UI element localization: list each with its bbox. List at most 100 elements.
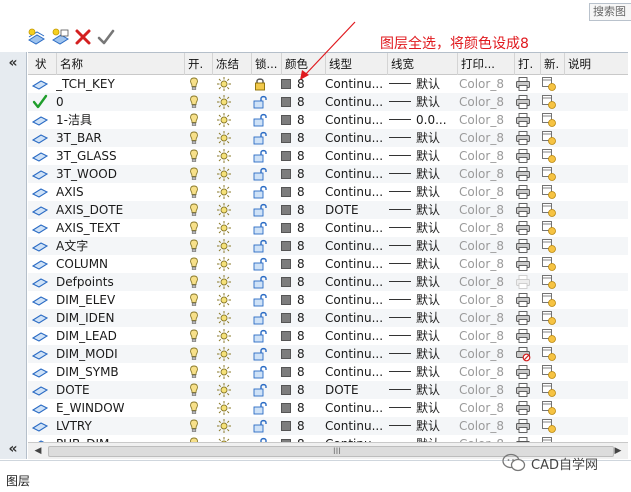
lock-open-icon[interactable] [252,328,268,344]
printer-icon[interactable] [515,76,531,92]
new-viewport-freeze-icon[interactable] [541,148,557,164]
layer-lineweight[interactable]: 默认 [416,291,456,309]
layer-color-value[interactable]: 8 [297,219,317,237]
lock-open-icon[interactable] [252,274,268,290]
new-viewport-freeze-icon[interactable] [541,76,557,92]
layer-linetype[interactable]: DOTE [325,381,385,399]
header-col-description[interactable]: 说明 [564,53,628,75]
color-swatch[interactable] [281,151,291,161]
light-bulb-on-icon[interactable] [186,238,202,254]
layer-plot-style[interactable]: Color_8 [459,381,514,399]
layer-name[interactable]: COLUMN [56,255,180,273]
layer-color-value[interactable]: 8 [297,327,317,345]
search-input[interactable]: 搜索图 [589,3,631,21]
printer-icon[interactable] [515,112,531,128]
layer-plot-style[interactable]: Color_8 [459,165,514,183]
layer-color-value[interactable]: 8 [297,363,317,381]
layer-color-value[interactable]: 8 [297,147,317,165]
lock-open-icon[interactable] [252,364,268,380]
color-swatch[interactable] [281,133,291,143]
layer-plot-style[interactable]: Color_8 [459,291,514,309]
printer-icon[interactable] [515,418,531,434]
sun-thaw-icon[interactable] [216,346,232,362]
layer-color-value[interactable]: 8 [297,93,317,111]
header-col-on[interactable]: 开. [184,53,212,75]
sun-thaw-icon[interactable] [216,76,232,92]
color-swatch[interactable] [281,313,291,323]
layer-plot-style[interactable]: Color_8 [459,147,514,165]
color-swatch[interactable] [281,115,291,125]
layer-row[interactable]: 3T_GLASS 8 Continu... 默认 Color_8 [28,147,628,165]
light-bulb-on-icon[interactable] [186,418,202,434]
light-bulb-on-icon[interactable] [186,130,202,146]
printer-icon[interactable] [515,256,531,272]
layer-name[interactable]: AXIS_TEXT [56,219,180,237]
layer-color-value[interactable]: 8 [297,345,317,363]
header-col-color[interactable]: 颜色 [281,53,325,75]
new-viewport-freeze-icon[interactable] [541,400,557,416]
layer-row[interactable]: DOTE 8 DOTE 默认 Color_8 [28,381,628,399]
layer-linetype[interactable]: Continu... [325,309,385,327]
sun-thaw-icon[interactable] [216,256,232,272]
color-swatch[interactable] [281,169,291,179]
sun-thaw-icon[interactable] [216,184,232,200]
color-swatch[interactable] [281,403,291,413]
layer-plot-style[interactable]: Color_8 [459,183,514,201]
layer-linetype[interactable]: DOTE [325,201,385,219]
lock-open-icon[interactable] [252,382,268,398]
layer-plot-style[interactable]: Color_8 [459,75,514,93]
layer-color-value[interactable]: 8 [297,381,317,399]
layer-name[interactable]: PUB_DIM [56,435,180,442]
sun-thaw-icon[interactable] [216,292,232,308]
layer-plot-style[interactable]: Color_8 [459,93,514,111]
lock-open-icon[interactable] [252,418,268,434]
sun-thaw-icon[interactable] [216,238,232,254]
layer-plot-style[interactable]: Color_8 [459,201,514,219]
layer-color-value[interactable]: 8 [297,309,317,327]
layer-lineweight[interactable]: 默认 [416,183,456,201]
new-layer-button[interactable] [26,27,46,47]
header-col-lock[interactable]: 锁... [251,53,281,75]
header-col-newvp[interactable]: 新. [540,53,564,75]
layer-plot-style[interactable]: Color_8 [459,219,514,237]
printer-icon[interactable] [515,94,531,110]
light-bulb-on-icon[interactable] [186,364,202,380]
layer-linetype[interactable]: Continu... [325,291,385,309]
layer-row[interactable]: 0 8 Continu... 默认 Color_8 [28,93,628,111]
layer-plot-style[interactable]: Color_8 [459,345,514,363]
color-swatch[interactable] [281,385,291,395]
layer-row[interactable]: AXIS_TEXT 8 Continu... 默认 Color_8 [28,219,628,237]
sun-thaw-icon[interactable] [216,148,232,164]
sun-thaw-icon[interactable] [216,166,232,182]
layer-lineweight[interactable]: 默认 [416,255,456,273]
light-bulb-on-icon[interactable] [186,310,202,326]
layer-row[interactable]: 3T_BAR 8 Continu... 默认 Color_8 [28,129,628,147]
layer-lineweight[interactable]: 默认 [416,273,456,291]
layer-lineweight[interactable]: 默认 [416,147,456,165]
layer-name[interactable]: 3T_BAR [56,129,180,147]
layer-name[interactable]: 3T_GLASS [56,147,180,165]
light-bulb-on-icon[interactable] [186,112,202,128]
lock-open-icon[interactable] [252,292,268,308]
layer-linetype[interactable]: Continu... [325,435,385,442]
layer-plot-style[interactable]: Color_8 [459,255,514,273]
new-viewport-freeze-icon[interactable] [541,94,557,110]
color-swatch[interactable] [281,331,291,341]
scroll-left-arrow-icon[interactable]: ◀ [31,445,45,458]
header-col-linetype[interactable]: 线型 [325,53,387,75]
layer-color-value[interactable]: 8 [297,111,317,129]
printer-icon[interactable] [515,184,531,200]
layer-linetype[interactable]: Continu... [325,237,385,255]
layer-plot-style[interactable]: Color_8 [459,327,514,345]
layer-name[interactable]: 0 [56,93,180,111]
layer-name[interactable]: E_WINDOW [56,399,180,417]
layer-name[interactable]: Defpoints [56,273,180,291]
light-bulb-on-icon[interactable] [186,292,202,308]
layer-linetype[interactable]: Continu... [325,327,385,345]
light-bulb-on-icon[interactable] [186,220,202,236]
layer-name[interactable]: 1-洁具 [56,111,180,129]
header-col-lineweight[interactable]: 线宽 [387,53,457,75]
layer-plot-style[interactable]: Color_8 [459,237,514,255]
layer-color-value[interactable]: 8 [297,291,317,309]
color-swatch[interactable] [281,241,291,251]
